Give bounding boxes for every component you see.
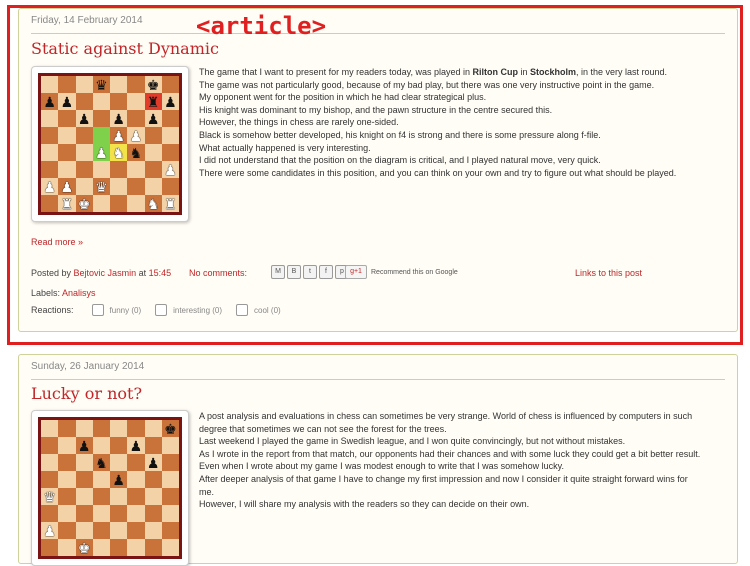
board-square	[161, 488, 179, 505]
board-square	[144, 488, 162, 505]
board-square	[41, 437, 59, 454]
board-square	[161, 454, 179, 471]
post-body-text: A post analysis and evaluations in chess…	[199, 410, 723, 511]
board-square	[144, 471, 162, 488]
paragraph-line: However, I will share my analysis with t…	[199, 499, 530, 510]
board-square: ♟	[127, 437, 145, 454]
board-square: ♛	[41, 488, 59, 505]
board-square: ♚	[75, 539, 93, 556]
post-date: Sunday, 26 January 2014	[31, 361, 145, 372]
board-square: ♟	[75, 437, 93, 454]
board-square	[110, 505, 128, 522]
chess-piece-icon: ♛	[43, 488, 56, 505]
paragraph-line: A post analysis and evaluations in chess…	[199, 411, 693, 421]
blog-post-article-2: Sunday, 26 January 2014 Lucky or not? ♚ ♟…	[18, 354, 738, 566]
chess-piece-icon: ♞	[95, 454, 108, 471]
paragraph-line: As I wrote in the report from that match…	[199, 448, 701, 459]
board-square	[110, 437, 128, 454]
chess-diagram[interactable]: ♚ ♟ ♟ ♞ ♟ ♟ ♛ ♟ ♚	[31, 410, 189, 566]
chess-piece-icon: ♟	[43, 522, 56, 539]
paragraph-line: degree that sometimes we can not see the…	[199, 423, 447, 434]
board-square	[92, 488, 110, 505]
paragraph-line: me.	[199, 486, 215, 497]
board-square	[127, 522, 145, 539]
board-square	[41, 505, 59, 522]
chess-board-grid: ♚ ♟ ♟ ♞ ♟ ♟ ♛ ♟ ♚	[41, 420, 179, 556]
board-square	[58, 522, 76, 539]
chess-piece-icon: ♚	[77, 539, 91, 556]
board-square	[75, 454, 93, 471]
chess-piece-icon: ♟	[112, 471, 125, 488]
paragraph-line: After deeper analysis of that game I hav…	[199, 473, 688, 484]
board-square	[127, 471, 145, 488]
board-square	[58, 539, 76, 556]
article-annotation-label: <article>	[196, 12, 327, 40]
date-divider	[31, 379, 725, 380]
board-square	[58, 488, 76, 505]
board-square	[127, 454, 145, 471]
board-square	[144, 539, 162, 556]
board-square	[144, 522, 162, 539]
board-square	[41, 454, 59, 471]
board-square	[110, 454, 128, 471]
board-square: ♟	[41, 522, 59, 539]
board-square	[75, 488, 93, 505]
board-square	[92, 505, 110, 522]
board-square	[75, 420, 93, 437]
chess-piece-icon: ♟	[129, 437, 143, 454]
board-square	[58, 505, 76, 522]
chess-board: ♚ ♟ ♟ ♞ ♟ ♟ ♛ ♟ ♚	[38, 417, 182, 559]
board-square	[161, 522, 179, 539]
article-highlight-box	[7, 5, 743, 345]
board-square	[58, 454, 76, 471]
chess-piece-icon: ♟	[146, 454, 160, 471]
board-square	[127, 539, 145, 556]
board-square	[92, 471, 110, 488]
board-square	[75, 471, 93, 488]
board-square	[127, 505, 145, 522]
chess-piece-icon: ♚	[164, 420, 177, 437]
board-square	[58, 437, 76, 454]
board-square	[58, 420, 76, 437]
board-square	[161, 539, 179, 556]
board-square	[41, 420, 59, 437]
board-square	[110, 420, 128, 437]
chess-piece-icon: ♟	[77, 437, 91, 454]
board-square	[75, 505, 93, 522]
board-square: ♞	[92, 454, 110, 471]
board-square	[127, 488, 145, 505]
board-square	[41, 539, 59, 556]
board-square	[92, 437, 110, 454]
board-square: ♚	[161, 420, 179, 437]
board-square	[92, 522, 110, 539]
paragraph-line: Even when I wrote about my game I was mo…	[199, 461, 565, 472]
board-square	[41, 471, 59, 488]
board-square	[75, 522, 93, 539]
board-square	[92, 420, 110, 437]
board-square: ♟	[110, 471, 128, 488]
board-square	[110, 488, 128, 505]
board-square: ♟	[144, 454, 162, 471]
board-square	[144, 505, 162, 522]
board-square	[110, 539, 128, 556]
board-square	[144, 420, 162, 437]
board-square	[161, 471, 179, 488]
board-square	[58, 471, 76, 488]
board-square	[110, 522, 128, 539]
board-square	[161, 505, 179, 522]
board-square	[161, 437, 179, 454]
board-square	[127, 420, 145, 437]
board-square	[92, 539, 110, 556]
board-square	[144, 437, 162, 454]
paragraph-line: Last weekend I played the game in Swedis…	[199, 436, 626, 447]
post-title[interactable]: Lucky or not?	[31, 384, 142, 403]
